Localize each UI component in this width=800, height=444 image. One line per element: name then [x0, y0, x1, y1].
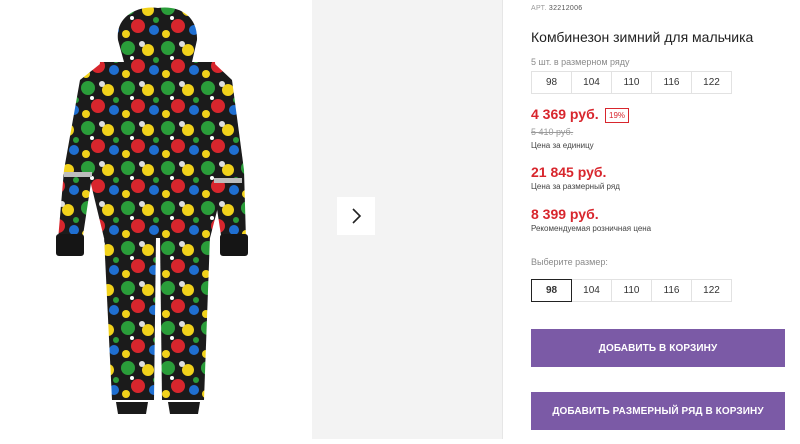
- chevron-right-icon: [352, 208, 362, 224]
- add-to-cart-button[interactable]: ДОБАВИТЬ В КОРЗИНУ: [531, 329, 785, 367]
- add-size-row-to-cart-button[interactable]: ДОБАВИТЬ РАЗМЕРНЫЙ РЯД В КОРЗИНУ: [531, 392, 785, 430]
- old-price: 5 410 руб.: [531, 127, 574, 137]
- article-number: АРТ. 32212006: [531, 5, 582, 12]
- row-price-caption: Цена за размерный ряд: [531, 182, 620, 191]
- size-row-item: 122: [691, 71, 732, 94]
- retail-price-caption: Рекомендуемая розничная цена: [531, 224, 652, 233]
- unit-price-caption: Цена за единицу: [531, 141, 594, 150]
- product-photo[interactable]: [0, 0, 312, 439]
- size-row-item: 98: [531, 71, 572, 94]
- size-row-list: 98 104 110 116 122: [531, 71, 732, 94]
- discount-badge: 19%: [605, 108, 630, 123]
- product-title: Комбинезон зимний для мальчика: [531, 29, 754, 45]
- next-image-button[interactable]: [337, 197, 375, 235]
- size-selector: 98 104 110 116 122: [531, 279, 732, 302]
- size-row-item: 104: [571, 71, 612, 94]
- size-option-104[interactable]: 104: [571, 279, 612, 302]
- size-row-item: 110: [611, 71, 652, 94]
- size-row-label: 5 шт. в размерном ряду: [531, 57, 630, 67]
- size-option-110[interactable]: 110: [611, 279, 652, 302]
- unit-price: 4 369 руб.: [531, 106, 599, 122]
- article-value: 32212006: [548, 5, 583, 12]
- snowsuit-image: [56, 7, 248, 414]
- size-option-122[interactable]: 122: [691, 279, 732, 302]
- size-row-item: 116: [651, 71, 692, 94]
- product-gallery: [0, 0, 502, 439]
- divider: [502, 0, 503, 439]
- row-price: 21 845 руб.: [531, 164, 607, 180]
- article-label: АРТ.: [531, 5, 547, 12]
- size-option-98[interactable]: 98: [531, 279, 572, 302]
- size-option-116[interactable]: 116: [651, 279, 692, 302]
- select-size-label: Выберите размер:: [531, 257, 608, 267]
- retail-price: 8 399 руб.: [531, 206, 599, 222]
